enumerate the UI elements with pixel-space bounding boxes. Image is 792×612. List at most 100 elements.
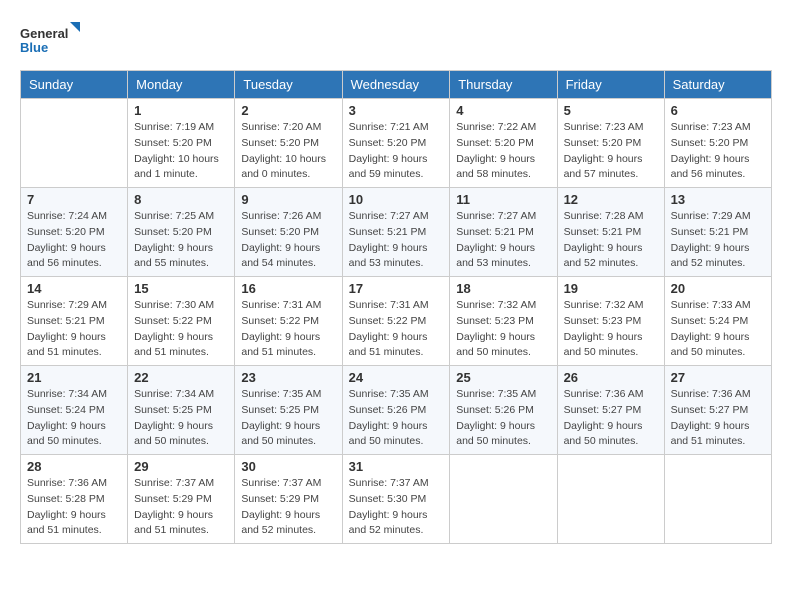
calendar-cell: 7 Sunrise: 7:24 AMSunset: 5:20 PMDaylight… xyxy=(21,188,128,277)
calendar-cell: 4 Sunrise: 7:22 AMSunset: 5:20 PMDaylight… xyxy=(450,99,557,188)
calendar-cell: 29Sunrise: 7:37 AMSunset: 5:29 PMDayligh… xyxy=(128,455,235,544)
day-number: 2 xyxy=(241,103,335,118)
calendar-cell: 9 Sunrise: 7:26 AMSunset: 5:20 PMDaylight… xyxy=(235,188,342,277)
day-number: 20 xyxy=(671,281,765,296)
day-detail: Sunrise: 7:22 AMSunset: 5:20 PMDaylight:… xyxy=(456,120,550,183)
week-row-4: 21Sunrise: 7:34 AMSunset: 5:24 PMDayligh… xyxy=(21,366,772,455)
calendar-cell: 26Sunrise: 7:36 AMSunset: 5:27 PMDayligh… xyxy=(557,366,664,455)
day-detail: Sunrise: 7:27 AMSunset: 5:21 PMDaylight:… xyxy=(456,209,550,272)
day-number: 30 xyxy=(241,459,335,474)
calendar-cell: 21Sunrise: 7:34 AMSunset: 5:24 PMDayligh… xyxy=(21,366,128,455)
svg-text:General: General xyxy=(20,26,68,41)
calendar-cell: 6 Sunrise: 7:23 AMSunset: 5:20 PMDaylight… xyxy=(664,99,771,188)
day-number: 18 xyxy=(456,281,550,296)
day-detail: Sunrise: 7:37 AMSunset: 5:30 PMDaylight:… xyxy=(349,476,444,539)
day-detail: Sunrise: 7:31 AMSunset: 5:22 PMDaylight:… xyxy=(349,298,444,361)
day-number: 7 xyxy=(27,192,121,207)
day-detail: Sunrise: 7:35 AMSunset: 5:26 PMDaylight:… xyxy=(349,387,444,450)
day-number: 12 xyxy=(564,192,658,207)
day-number: 25 xyxy=(456,370,550,385)
day-detail: Sunrise: 7:23 AMSunset: 5:20 PMDaylight:… xyxy=(564,120,658,183)
week-row-5: 28 Sunrise: 7:36 AMSunset: 5:28 PMDayligh… xyxy=(21,455,772,544)
weekday-header-thursday: Thursday xyxy=(450,71,557,99)
day-detail: Sunrise: 7:20 AMSunset: 5:20 PMDaylight:… xyxy=(241,120,335,183)
weekday-header-friday: Friday xyxy=(557,71,664,99)
day-detail: Sunrise: 7:21 AMSunset: 5:20 PMDaylight:… xyxy=(349,120,444,183)
calendar-cell: 12 Sunrise: 7:28 AMSunset: 5:21 PMDayligh… xyxy=(557,188,664,277)
day-number: 11 xyxy=(456,192,550,207)
logo: GeneralBlue xyxy=(20,20,80,60)
day-detail: Sunrise: 7:36 AMSunset: 5:28 PMDaylight:… xyxy=(27,476,121,539)
day-number: 27 xyxy=(671,370,765,385)
calendar-cell: 25 Sunrise: 7:35 AMSunset: 5:26 PMDayligh… xyxy=(450,366,557,455)
calendar-cell xyxy=(664,455,771,544)
weekday-header-row: SundayMondayTuesdayWednesdayThursdayFrid… xyxy=(21,71,772,99)
day-detail: Sunrise: 7:36 AMSunset: 5:27 PMDaylight:… xyxy=(671,387,765,450)
day-number: 1 xyxy=(134,103,228,118)
day-number: 6 xyxy=(671,103,765,118)
calendar-cell: 19Sunrise: 7:32 AMSunset: 5:23 PMDayligh… xyxy=(557,277,664,366)
day-number: 5 xyxy=(564,103,658,118)
day-detail: Sunrise: 7:30 AMSunset: 5:22 PMDaylight:… xyxy=(134,298,228,361)
weekday-header-saturday: Saturday xyxy=(664,71,771,99)
day-number: 31 xyxy=(349,459,444,474)
day-number: 9 xyxy=(241,192,335,207)
day-detail: Sunrise: 7:31 AMSunset: 5:22 PMDaylight:… xyxy=(241,298,335,361)
day-number: 10 xyxy=(349,192,444,207)
day-number: 24 xyxy=(349,370,444,385)
weekday-header-tuesday: Tuesday xyxy=(235,71,342,99)
calendar-cell: 24 Sunrise: 7:35 AMSunset: 5:26 PMDayligh… xyxy=(342,366,450,455)
weekday-header-wednesday: Wednesday xyxy=(342,71,450,99)
day-number: 22 xyxy=(134,370,228,385)
weekday-header-sunday: Sunday xyxy=(21,71,128,99)
day-detail: Sunrise: 7:23 AMSunset: 5:20 PMDaylight:… xyxy=(671,120,765,183)
calendar-cell: 15 Sunrise: 7:30 AMSunset: 5:22 PMDayligh… xyxy=(128,277,235,366)
day-number: 28 xyxy=(27,459,121,474)
calendar-cell: 27 Sunrise: 7:36 AMSunset: 5:27 PMDayligh… xyxy=(664,366,771,455)
day-detail: Sunrise: 7:29 AMSunset: 5:21 PMDaylight:… xyxy=(671,209,765,272)
day-detail: Sunrise: 7:24 AMSunset: 5:20 PMDaylight:… xyxy=(27,209,121,272)
calendar-cell: 22 Sunrise: 7:34 AMSunset: 5:25 PMDayligh… xyxy=(128,366,235,455)
day-detail: Sunrise: 7:19 AMSunset: 5:20 PMDaylight:… xyxy=(134,120,228,183)
calendar-cell: 14 Sunrise: 7:29 AMSunset: 5:21 PMDayligh… xyxy=(21,277,128,366)
day-detail: Sunrise: 7:27 AMSunset: 5:21 PMDaylight:… xyxy=(349,209,444,272)
calendar-cell: 3Sunrise: 7:21 AMSunset: 5:20 PMDaylight… xyxy=(342,99,450,188)
day-number: 4 xyxy=(456,103,550,118)
calendar-cell: 20 Sunrise: 7:33 AMSunset: 5:24 PMDayligh… xyxy=(664,277,771,366)
calendar-cell: 16 Sunrise: 7:31 AMSunset: 5:22 PMDayligh… xyxy=(235,277,342,366)
day-detail: Sunrise: 7:37 AMSunset: 5:29 PMDaylight:… xyxy=(241,476,335,539)
day-detail: Sunrise: 7:34 AMSunset: 5:25 PMDaylight:… xyxy=(134,387,228,450)
day-detail: Sunrise: 7:35 AMSunset: 5:26 PMDaylight:… xyxy=(456,387,550,450)
day-detail: Sunrise: 7:28 AMSunset: 5:21 PMDaylight:… xyxy=(564,209,658,272)
day-detail: Sunrise: 7:37 AMSunset: 5:29 PMDaylight:… xyxy=(134,476,228,539)
calendar-cell: 13 Sunrise: 7:29 AMSunset: 5:21 PMDayligh… xyxy=(664,188,771,277)
day-detail: Sunrise: 7:32 AMSunset: 5:23 PMDaylight:… xyxy=(564,298,658,361)
day-detail: Sunrise: 7:33 AMSunset: 5:24 PMDaylight:… xyxy=(671,298,765,361)
day-number: 16 xyxy=(241,281,335,296)
day-detail: Sunrise: 7:25 AMSunset: 5:20 PMDaylight:… xyxy=(134,209,228,272)
logo-svg: GeneralBlue xyxy=(20,20,80,60)
day-detail: Sunrise: 7:36 AMSunset: 5:27 PMDaylight:… xyxy=(564,387,658,450)
day-number: 21 xyxy=(27,370,121,385)
calendar-cell: 18Sunrise: 7:32 AMSunset: 5:23 PMDayligh… xyxy=(450,277,557,366)
calendar-cell xyxy=(21,99,128,188)
header: GeneralBlue xyxy=(20,20,772,60)
calendar-table: SundayMondayTuesdayWednesdayThursdayFrid… xyxy=(20,70,772,544)
weekday-header-monday: Monday xyxy=(128,71,235,99)
calendar-cell: 30 Sunrise: 7:37 AMSunset: 5:29 PMDayligh… xyxy=(235,455,342,544)
calendar-cell xyxy=(557,455,664,544)
week-row-2: 7 Sunrise: 7:24 AMSunset: 5:20 PMDaylight… xyxy=(21,188,772,277)
calendar-cell: 11 Sunrise: 7:27 AMSunset: 5:21 PMDayligh… xyxy=(450,188,557,277)
day-detail: Sunrise: 7:29 AMSunset: 5:21 PMDaylight:… xyxy=(27,298,121,361)
day-number: 15 xyxy=(134,281,228,296)
day-detail: Sunrise: 7:26 AMSunset: 5:20 PMDaylight:… xyxy=(241,209,335,272)
day-number: 14 xyxy=(27,281,121,296)
calendar-cell xyxy=(450,455,557,544)
day-number: 13 xyxy=(671,192,765,207)
calendar-cell: 17 Sunrise: 7:31 AMSunset: 5:22 PMDayligh… xyxy=(342,277,450,366)
calendar-cell: 2 Sunrise: 7:20 AMSunset: 5:20 PMDaylight… xyxy=(235,99,342,188)
day-number: 23 xyxy=(241,370,335,385)
week-row-1: 1 Sunrise: 7:19 AMSunset: 5:20 PMDaylight… xyxy=(21,99,772,188)
day-number: 17 xyxy=(349,281,444,296)
week-row-3: 14 Sunrise: 7:29 AMSunset: 5:21 PMDayligh… xyxy=(21,277,772,366)
